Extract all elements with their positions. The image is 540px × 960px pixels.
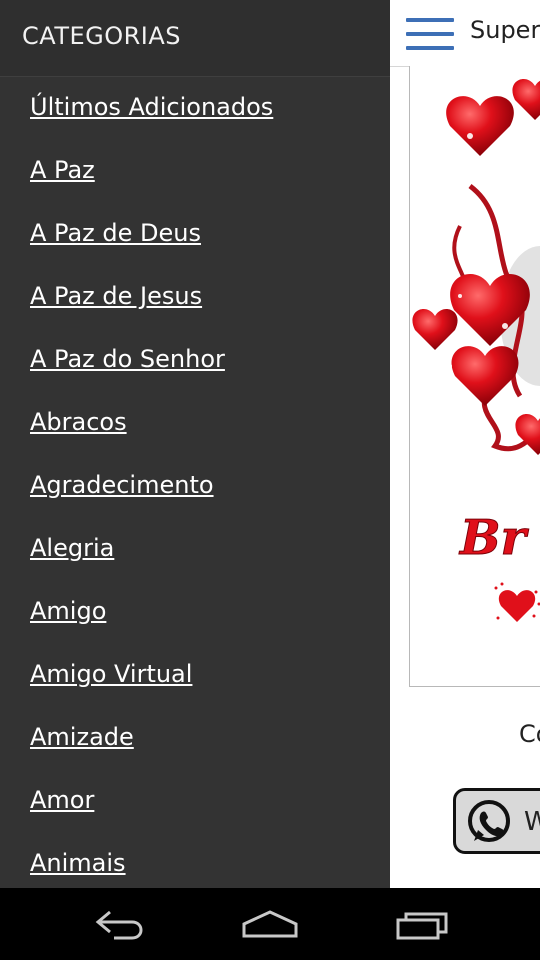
category-link[interactable]: Agradecimento: [30, 471, 214, 499]
category-link[interactable]: Amizade: [30, 723, 134, 751]
drawer-header: CATEGORIAS: [0, 0, 390, 77]
svg-text:Br: Br: [458, 510, 530, 566]
category-item[interactable]: Alegria: [0, 518, 390, 581]
category-link[interactable]: A Paz de Jesus: [30, 282, 202, 310]
recent-apps-icon[interactable]: [394, 906, 450, 942]
category-link[interactable]: A Paz: [30, 156, 95, 184]
category-link[interactable]: Amor: [30, 786, 94, 814]
category-link[interactable]: A Paz de Deus: [30, 219, 201, 247]
category-item[interactable]: A Paz do Senhor: [0, 329, 390, 392]
whatsapp-icon: [468, 800, 510, 842]
category-item[interactable]: A Paz: [0, 140, 390, 203]
whatsapp-share-button[interactable]: W: [453, 788, 540, 854]
home-icon[interactable]: [240, 906, 300, 942]
greeting-card-image[interactable]: Br: [409, 66, 540, 687]
system-navigation-bar: [0, 888, 540, 960]
category-list: Últimos Adicionados A Paz A Paz de Deus …: [0, 77, 390, 888]
category-item[interactable]: Amigo Virtual: [0, 644, 390, 707]
category-link[interactable]: Últimos Adicionados: [30, 93, 273, 121]
category-item[interactable]: Amigo: [0, 581, 390, 644]
app-title: Super: [470, 16, 540, 44]
category-link[interactable]: Abracos: [30, 408, 127, 436]
back-icon[interactable]: [92, 906, 148, 942]
category-item[interactable]: Animais: [0, 833, 390, 888]
category-item[interactable]: A Paz de Deus: [0, 203, 390, 266]
category-link[interactable]: Amigo: [30, 597, 106, 625]
category-item[interactable]: Abracos: [0, 392, 390, 455]
card-caption: Co: [519, 720, 540, 748]
categories-drawer: CATEGORIAS Últimos Adicionados A Paz A P…: [0, 0, 390, 888]
whatsapp-button-label: W: [524, 807, 540, 837]
category-item[interactable]: Amor: [0, 770, 390, 833]
category-link[interactable]: Alegria: [30, 534, 114, 562]
app-bar: Super: [390, 0, 540, 67]
hearts-illustration: Br: [412, 79, 540, 622]
category-item[interactable]: Amizade: [0, 707, 390, 770]
category-item[interactable]: A Paz de Jesus: [0, 266, 390, 329]
category-link[interactable]: A Paz do Senhor: [30, 345, 225, 373]
hamburger-menu-icon[interactable]: [406, 18, 454, 50]
category-link[interactable]: Animais: [30, 849, 126, 877]
category-item[interactable]: Agradecimento: [0, 455, 390, 518]
drawer-title: CATEGORIAS: [22, 22, 182, 50]
category-item[interactable]: Últimos Adicionados: [0, 77, 390, 140]
category-link[interactable]: Amigo Virtual: [30, 660, 192, 688]
